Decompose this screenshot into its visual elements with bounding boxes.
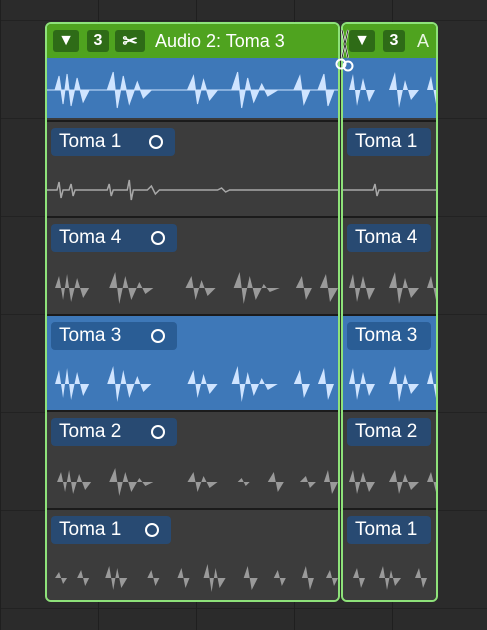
take-folder-right[interactable]: ▼ 3 A Toma 1 Toma 4 Toma 3 Toma 2 Toma 1 xyxy=(341,22,438,602)
take-lane[interactable]: Toma 4 xyxy=(47,216,338,316)
takes-count-button[interactable]: 3 xyxy=(87,30,109,52)
take-waveform xyxy=(47,360,338,408)
waveform xyxy=(343,566,436,590)
take-folder-left[interactable]: ▼ 3 ✂ Audio 2: Toma 3 Toma 1 Toma 4 Toma… xyxy=(45,22,340,602)
waveform xyxy=(343,72,436,108)
waveform xyxy=(343,470,436,494)
take-label-pill[interactable]: Toma 1 xyxy=(347,516,431,544)
take-lane-active[interactable]: Toma 3 xyxy=(343,314,436,412)
take-label-pill[interactable]: Toma 4 xyxy=(347,224,431,252)
take-waveform xyxy=(343,360,436,408)
take-lane[interactable]: Toma 1 xyxy=(47,508,338,600)
comp-region[interactable] xyxy=(343,58,436,118)
take-folder-title: Audio 2: Toma 3 xyxy=(155,31,285,51)
take-waveform xyxy=(47,166,338,214)
take-name: Toma 1 xyxy=(355,131,418,152)
take-waveform xyxy=(47,554,338,600)
take-waveform xyxy=(343,264,436,312)
take-name: Toma 1 xyxy=(355,519,418,540)
take-waveform xyxy=(343,166,436,214)
take-circle-icon[interactable] xyxy=(151,329,165,343)
take-lane[interactable]: Toma 1 xyxy=(47,120,338,218)
take-lane[interactable]: Toma 2 xyxy=(343,410,436,510)
take-waveform xyxy=(47,264,338,312)
take-folder-title-fragment: A xyxy=(417,31,430,51)
waveform xyxy=(47,71,338,109)
take-name: Toma 4 xyxy=(59,227,122,248)
take-name: Toma 3 xyxy=(59,325,122,346)
waveform xyxy=(47,366,338,402)
take-label-pill[interactable]: Toma 2 xyxy=(347,418,431,446)
waveform xyxy=(343,183,436,197)
take-label-pill[interactable]: Toma 1 xyxy=(51,128,175,156)
take-name: Toma 2 xyxy=(355,421,418,442)
take-circle-icon[interactable] xyxy=(149,135,163,149)
waveform xyxy=(343,272,436,304)
waveform xyxy=(343,366,436,402)
take-lane[interactable]: Toma 2 xyxy=(47,410,338,510)
take-lane[interactable]: Toma 1 xyxy=(343,120,436,218)
waveform xyxy=(47,272,338,304)
take-folder-header[interactable]: ▼ 3 ✂ Audio 2: Toma 3 xyxy=(47,24,338,58)
comp-waveform xyxy=(343,66,436,114)
takes-count-button[interactable]: 3 xyxy=(383,30,405,52)
take-name: Toma 1 xyxy=(59,519,122,540)
take-circle-icon[interactable] xyxy=(151,425,165,439)
take-label-pill[interactable]: Toma 2 xyxy=(51,418,177,446)
take-name: Toma 1 xyxy=(59,131,122,152)
take-circle-icon[interactable] xyxy=(145,523,159,537)
waveform xyxy=(47,179,338,201)
take-name: Toma 2 xyxy=(59,421,122,442)
take-lane-active[interactable]: Toma 3 xyxy=(47,314,338,412)
take-label-pill[interactable]: Toma 3 xyxy=(347,322,431,350)
take-label-pill[interactable]: Toma 1 xyxy=(51,516,171,544)
take-circle-icon[interactable] xyxy=(151,231,165,245)
take-lane[interactable]: Toma 4 xyxy=(343,216,436,316)
take-waveform xyxy=(343,458,436,506)
comp-region[interactable] xyxy=(47,58,338,118)
take-waveform xyxy=(47,458,338,506)
waveform xyxy=(47,564,338,592)
scissors-cursor-icon xyxy=(335,29,354,72)
take-label-pill[interactable]: Toma 4 xyxy=(51,224,177,252)
take-folder-header[interactable]: ▼ 3 A xyxy=(343,24,436,58)
waveform xyxy=(47,468,338,496)
comp-waveform xyxy=(47,66,338,114)
disclosure-triangle-icon[interactable]: ▼ xyxy=(53,30,79,52)
take-waveform xyxy=(343,554,436,600)
take-lane[interactable]: Toma 1 xyxy=(343,508,436,600)
take-name: Toma 4 xyxy=(355,227,418,248)
take-name: Toma 3 xyxy=(355,325,418,346)
scissors-icon[interactable]: ✂ xyxy=(115,30,145,52)
take-label-pill[interactable]: Toma 1 xyxy=(347,128,431,156)
take-label-pill[interactable]: Toma 3 xyxy=(51,322,177,350)
